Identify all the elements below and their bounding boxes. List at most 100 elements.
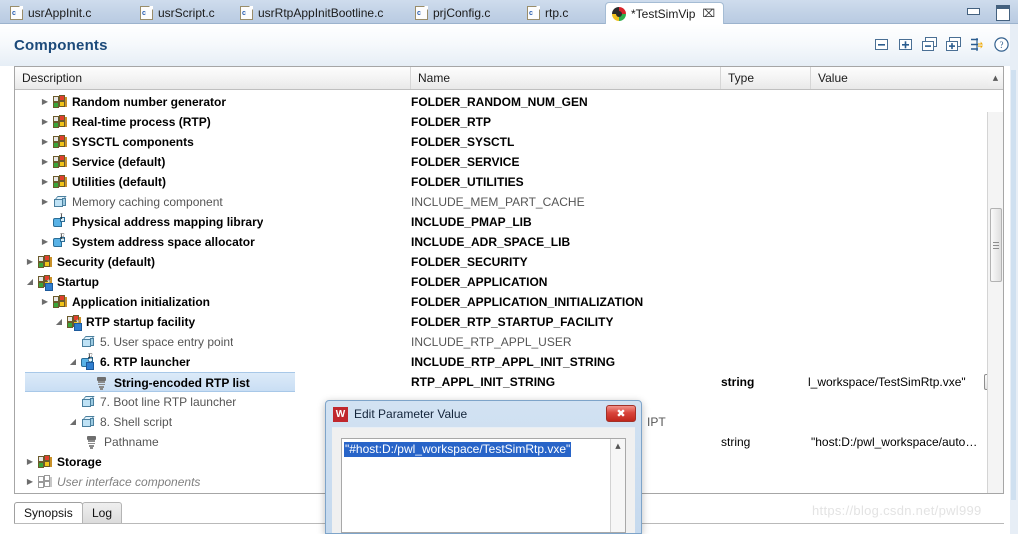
maximize-button[interactable] <box>995 4 1010 21</box>
chevron-right-icon[interactable]: ▶ <box>39 192 51 212</box>
parameter-value-text: "#host:D:/pwl_workspace/TestSimRtp.vxe" <box>344 442 572 457</box>
dialog-close-button[interactable]: ✖ <box>606 405 636 422</box>
row-label: SYSCTL components <box>72 135 194 149</box>
collapse-one-icon[interactable] <box>873 36 890 53</box>
row-label: System address space allocator <box>72 235 255 249</box>
column-header-value[interactable]: Value <box>811 67 987 89</box>
cell-type: string <box>721 435 751 449</box>
row-label: Application initialization <box>72 295 210 309</box>
editor-tab-label: usrRtpAppInitBootline.c <box>258 6 384 20</box>
table-row[interactable]: ▶ Security (default) FOLDER_SECURITY <box>15 252 1003 272</box>
scroll-up-arrow[interactable]: ▲ <box>988 70 1003 86</box>
tab-synopsis[interactable]: Synopsis <box>14 502 83 524</box>
table-row[interactable]: ▶ E System address space allocator INCLU… <box>15 232 1003 252</box>
table-row[interactable]: ▶ I Physical address mapping library INC… <box>15 212 1003 232</box>
parameter-icon <box>83 434 100 450</box>
chevron-right-icon[interactable]: ▶ <box>39 152 51 172</box>
row-label: User interface components <box>57 475 201 489</box>
table-row[interactable]: ▶ Memory caching component INCLUDE_MEM_P… <box>15 192 1003 212</box>
table-row[interactable]: ◢ Startup FOLDER_APPLICATION <box>15 272 1003 292</box>
chevron-down-icon[interactable]: ◢ <box>67 352 79 372</box>
table-row[interactable]: ▶ Real-time process (RTP) FOLDER_RTP <box>15 112 1003 132</box>
component-cube-icon <box>79 334 96 350</box>
chevron-right-icon[interactable]: ▶ <box>39 172 51 192</box>
cell-name: FOLDER_APPLICATION <box>411 275 548 289</box>
table-row[interactable]: ◢ E 6. RTP launcher INCLUDE_RTP_APPL_INI… <box>15 352 1003 372</box>
c-file-icon: c <box>240 6 253 20</box>
cell-description: ◢ Startup <box>15 272 99 292</box>
dialog-scroll-up-arrow[interactable]: ▲ <box>611 439 625 453</box>
editor-tab-usrrtpappinitbootline[interactable]: c usrRtpAppInitBootline.c <box>234 2 391 24</box>
minimize-button[interactable] <box>966 4 981 18</box>
chevron-down-icon[interactable]: ◢ <box>24 272 36 292</box>
chevron-right-icon[interactable]: ▶ <box>39 232 51 252</box>
windriver-icon: W <box>333 406 348 422</box>
cell-description: ▶ 5. User space entry point <box>15 332 233 352</box>
editor-tab-rtp[interactable]: c rtp.c <box>521 2 576 24</box>
dialog-textarea-scrollbar[interactable]: ▲ <box>610 439 625 532</box>
c-file-icon: c <box>140 6 153 20</box>
chevron-down-icon[interactable]: ◢ <box>67 412 79 432</box>
table-row[interactable]: ▶ SYSCTL components FOLDER_SYSCTL <box>15 132 1003 152</box>
workbench-icon <box>612 6 626 21</box>
editor-tab-label: *TestSimVip <box>631 6 696 21</box>
table-row[interactable]: ▶ Utilities (default) FOLDER_UTILITIES <box>15 172 1003 192</box>
cell-name: FOLDER_RTP <box>411 115 492 129</box>
tree-spacer: ▶ <box>39 212 51 232</box>
chevron-down-icon[interactable]: ◢ <box>53 312 65 332</box>
folder-component-icon <box>51 174 68 190</box>
table-row[interactable]: ▶ Application initialization FOLDER_APPL… <box>15 292 1003 312</box>
folder-component-icon <box>51 154 68 170</box>
editor-tab-prjconfig[interactable]: c prjConfig.c <box>409 2 498 24</box>
cell-description: ▶ E System address space allocator <box>15 232 255 252</box>
table-row[interactable]: ◢ RTP startup facility FOLDER_RTP_STARTU… <box>15 312 1003 332</box>
column-header-name[interactable]: Name <box>411 67 721 89</box>
folder-component-icon <box>36 454 53 470</box>
chevron-right-icon[interactable]: ▶ <box>39 112 51 132</box>
collapse-all-icon[interactable] <box>921 36 938 53</box>
chevron-right-icon[interactable]: ▶ <box>24 472 36 492</box>
cell-value[interactable]: "host:D:/pwl_workspace/auto… <box>811 432 977 452</box>
table-row[interactable]: ▶ Random number generator FOLDER_RANDOM_… <box>15 92 1003 112</box>
window-controls <box>966 4 1010 21</box>
scrollbar-thumb[interactable] <box>990 208 1002 282</box>
table-row[interactable]: ▶ 5. User space entry point INCLUDE_RTP_… <box>15 332 1003 352</box>
editor-tab-testsimvip[interactable]: *TestSimVip ⌧ <box>605 2 725 25</box>
dialog-title-bar[interactable]: W Edit Parameter Value ✖ <box>326 401 641 427</box>
edit-parameter-value-dialog: W Edit Parameter Value ✖ "#host:D:/pwl_w… <box>325 400 642 534</box>
tab-log[interactable]: Log <box>82 502 123 524</box>
chevron-right-icon[interactable]: ▶ <box>24 252 36 272</box>
chevron-right-icon[interactable]: ▶ <box>39 132 51 152</box>
cell-value[interactable]: l_workspace/TestSimRtp.vxe" <box>808 372 966 392</box>
table-vertical-scrollbar[interactable]: ▼ <box>987 112 1003 493</box>
row-label: RTP startup facility <box>86 315 196 329</box>
expand-one-icon[interactable] <box>897 36 914 53</box>
row-label: Security (default) <box>57 255 156 269</box>
cell-name: FOLDER_UTILITIES <box>411 175 524 189</box>
column-header-type[interactable]: Type <box>721 67 811 89</box>
tree-spacer: ▶ <box>67 392 79 412</box>
view-toolbar: ? <box>873 36 1010 53</box>
component-cube-icon <box>79 414 96 430</box>
column-header-description[interactable]: Description <box>15 67 411 89</box>
help-icon[interactable]: ? <box>993 36 1010 53</box>
parameter-value-textarea[interactable]: "#host:D:/pwl_workspace/TestSimRtp.vxe" … <box>341 438 626 533</box>
chevron-right-icon[interactable]: ▶ <box>39 92 51 112</box>
chevron-right-icon[interactable]: ▶ <box>39 292 51 312</box>
chevron-right-icon[interactable]: ▶ <box>24 452 36 472</box>
editor-tab-usrscript[interactable]: c usrScript.c <box>134 2 223 24</box>
editor-tab-usrappinit[interactable]: c usrAppInit.c <box>4 2 99 24</box>
right-edge-scrollbar[interactable] <box>1011 70 1016 500</box>
page-title: Components <box>14 37 108 54</box>
cell-description: ◢ RTP startup facility <box>15 312 195 332</box>
filter-icon[interactable] <box>969 36 986 53</box>
cell-name: INCLUDE_MEM_PART_CACHE <box>411 195 585 209</box>
library-startup-icon: E <box>79 353 96 370</box>
close-icon[interactable]: ⌧ <box>702 7 715 20</box>
expand-all-icon[interactable] <box>945 36 962 53</box>
table-row-selected-rest[interactable]: RTP_APPL_INIT_STRING string l_workspace/… <box>15 372 1003 392</box>
cell-name: INCLUDE_ADR_SPACE_LIB <box>411 235 571 249</box>
cell-description: ▶ Utilities (default) <box>15 172 166 192</box>
table-row[interactable]: ▶ Service (default) FOLDER_SERVICE <box>15 152 1003 172</box>
folder-component-icon <box>51 294 68 310</box>
